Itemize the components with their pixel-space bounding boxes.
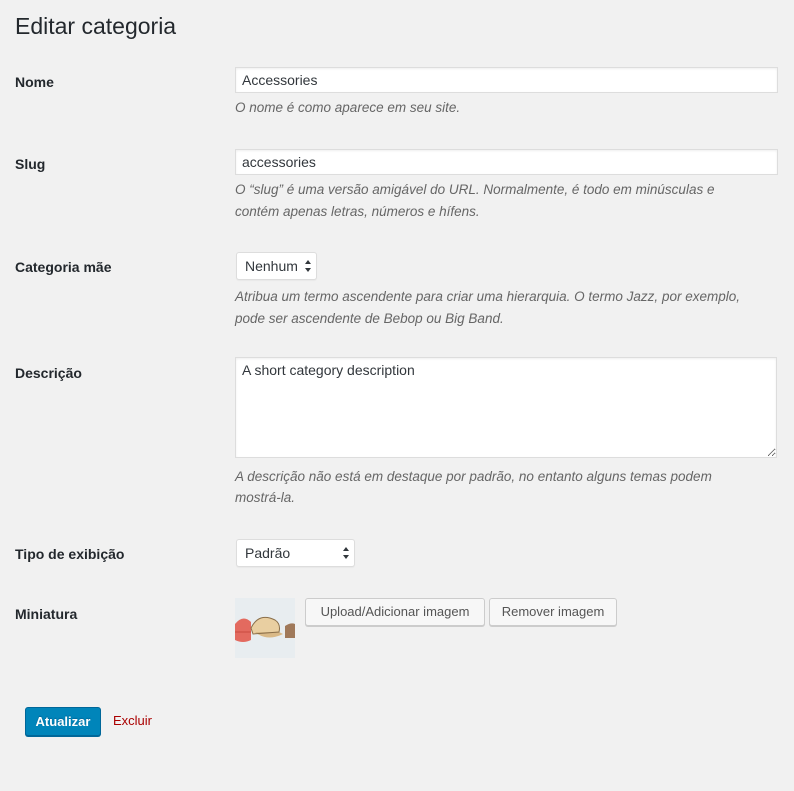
- thumbnail-label: Miniatura: [15, 606, 78, 622]
- display-type-select[interactable]: Padrão: [236, 539, 355, 567]
- upload-image-button[interactable]: Upload/Adicionar imagem: [305, 598, 485, 626]
- caps-thumbnail-icon: [235, 598, 295, 658]
- parent-category-selected: Nenhum: [245, 258, 298, 274]
- update-button[interactable]: Atualizar: [25, 707, 101, 736]
- name-input[interactable]: [235, 67, 778, 93]
- thumbnail-image: [235, 598, 295, 658]
- slug-description-line-2: contém apenas letras, números e hífens.: [235, 204, 480, 219]
- description-help-line-2: mostrá-la.: [235, 490, 296, 505]
- slug-input[interactable]: [235, 149, 778, 175]
- display-type-selected: Padrão: [245, 545, 291, 561]
- parent-category-label: Categoria mãe: [15, 259, 112, 275]
- display-type-label: Tipo de exibição: [15, 546, 125, 562]
- select-arrows-icon: [305, 260, 311, 272]
- name-description: O nome é como aparece em seu site.: [235, 100, 461, 115]
- edit-category-page: Editar categoria Nome O nome é como apar…: [0, 0, 794, 791]
- name-label: Nome: [15, 74, 54, 90]
- page-title: Editar categoria: [15, 13, 177, 39]
- parent-category-description-line-1: Atribua um termo ascendente para criar u…: [235, 289, 740, 304]
- parent-category-description-line-2: pode ser ascendente de Bebop ou Big Band…: [235, 311, 504, 326]
- description-label: Descrição: [15, 365, 82, 381]
- description-textarea[interactable]: A short category description: [235, 357, 777, 458]
- select-arrows-icon: [343, 547, 349, 559]
- slug-description-line-1: O “slug” é uma versão amigável do URL. N…: [235, 182, 715, 197]
- description-help-line-1: A descrição não está em destaque por pad…: [235, 469, 712, 484]
- slug-label: Slug: [15, 156, 46, 172]
- remove-image-button[interactable]: Remover imagem: [489, 598, 617, 626]
- delete-link[interactable]: Excluir: [113, 713, 152, 728]
- parent-category-select[interactable]: Nenhum: [236, 252, 317, 280]
